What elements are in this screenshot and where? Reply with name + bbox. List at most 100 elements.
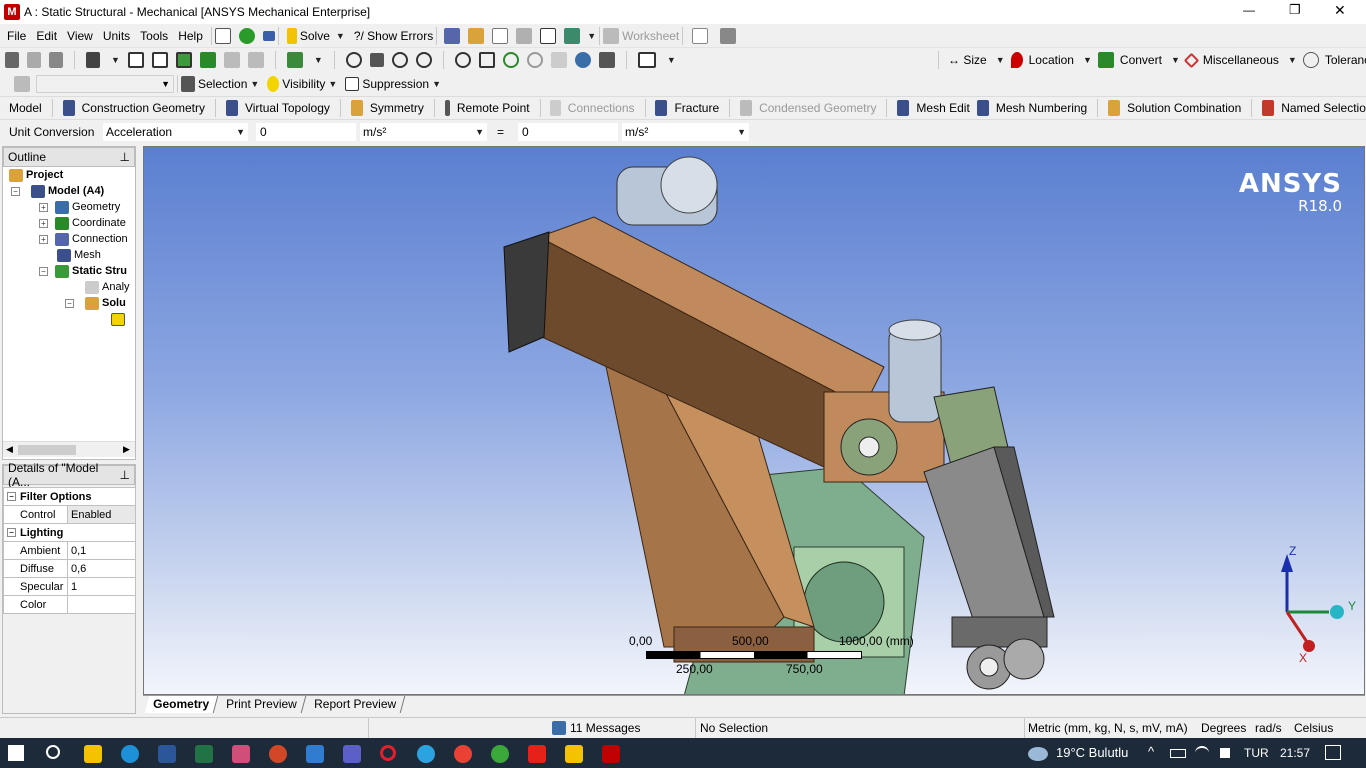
solve-button[interactable]: Solve ▼ [282,25,350,47]
coordinate-pointer-icon[interactable] [49,52,63,68]
zoom-box-icon[interactable] [478,52,495,68]
weather-icon[interactable] [1028,747,1048,761]
rate-unit[interactable]: rad/s [1255,721,1282,735]
tab-report-preview[interactable]: Report Preview [305,696,406,713]
tree-analysis-settings[interactable]: Analy [85,279,130,295]
tree-project[interactable]: Project [9,167,63,183]
search-icon[interactable] [46,745,60,759]
fracture-button[interactable]: Fracture [674,101,719,115]
next-view-icon[interactable] [574,52,591,68]
edge-icon[interactable] [121,745,139,763]
menu-view[interactable]: View [67,29,93,43]
powerpoint-icon[interactable] [269,745,287,763]
select-edge-icon[interactable] [151,52,168,68]
excel-icon[interactable] [195,745,213,763]
image-icon[interactable] [564,27,581,44]
value2-input[interactable]: 0 [518,123,618,141]
mesh-numbering-button[interactable]: Mesh Numbering [996,101,1087,115]
menu-tools[interactable]: Tools [140,29,168,43]
graphics-viewport[interactable]: ANSYS R18.0 0,00 500,00 1000,00 (mm) 250… [143,146,1365,695]
angle-unit[interactable]: Degrees [1201,721,1246,735]
tree-expand-icon[interactable] [262,30,275,41]
tab-geometry[interactable]: Geometry [144,696,219,713]
outline-scrollbar[interactable]: ◀ ▶ [3,441,135,457]
virtual-topology-button[interactable]: Virtual Topology [245,101,330,115]
expand-icon[interactable]: + [39,218,48,228]
visibility-menu[interactable]: Visibility [282,77,325,91]
volume-icon[interactable] [1220,748,1230,758]
menu-help[interactable]: Help [178,29,203,43]
value1-input[interactable]: 0 [256,123,356,141]
ansys-mechanical-icon[interactable] [602,745,620,763]
chart-icon[interactable] [492,27,509,44]
info-cursor-icon[interactable] [692,27,709,44]
previous-view-icon[interactable] [550,52,567,68]
weather-text[interactable]: 19°C Bulutlu [1056,745,1128,760]
tree-connections[interactable]: + Connection [39,231,128,247]
youtube-icon[interactable] [528,745,546,763]
tree-static-structural[interactable]: − Static Stru [39,263,127,279]
pointer-icon[interactable] [5,52,19,68]
named-selections-button[interactable]: Named Selectio [1281,101,1366,115]
temperature-unit[interactable]: Celsius [1294,721,1333,735]
zoom-fit-icon[interactable] [454,52,471,68]
xbox-icon[interactable] [491,745,509,763]
details-row[interactable]: Color [3,595,136,614]
close-button[interactable]: ✕ [1334,2,1346,19]
opera-icon[interactable] [380,745,396,761]
paint-icon[interactable] [232,745,250,763]
details-row[interactable]: Control Enabled [3,505,136,524]
scroll-thumb[interactable] [18,445,76,455]
unit2-select[interactable]: m/s² ▼ [622,123,749,141]
chrome-icon[interactable] [454,745,472,763]
select-element-icon[interactable] [247,52,264,68]
tolerances-button[interactable]: Tolerances [1325,53,1366,67]
select-mode-icon[interactable] [86,52,100,68]
notification-icon[interactable] [1325,745,1341,760]
section-filter-options[interactable]: − Filter Options [3,487,136,506]
minimize-button[interactable]: — [1243,3,1255,17]
location-button[interactable]: Location [1029,53,1074,67]
tab-print-preview[interactable]: Print Preview [217,696,306,713]
telegram-icon[interactable] [417,745,435,763]
collapse-icon[interactable]: − [65,298,74,308]
tree-coordinate[interactable]: + Coordinate [39,215,126,231]
robot-arm-model[interactable] [144,147,1365,695]
windows-start-icon[interactable] [8,745,24,761]
menu-units[interactable]: Units [103,29,130,43]
remote-point-button[interactable]: Remote Point [457,101,530,115]
abc-icon[interactable] [468,27,485,44]
file-explorer-icon[interactable] [84,745,102,763]
scroll-right-icon[interactable]: ▶ [123,444,130,455]
select-body-icon[interactable] [199,52,216,68]
table-icon[interactable] [444,27,461,44]
solution-combination-button[interactable]: Solution Combination [1127,101,1241,115]
tree-solution-information[interactable] [111,311,128,327]
teams-icon[interactable] [343,745,361,763]
viewport-layout-icon[interactable] [637,52,656,68]
extend-icon[interactable] [286,52,303,68]
tree-geometry[interactable]: + Geometry [39,199,120,215]
rotate-icon[interactable] [345,52,362,68]
import-icon[interactable] [14,76,30,92]
mail-icon[interactable] [306,745,324,763]
language-indicator[interactable]: TUR [1244,746,1269,760]
connections-button[interactable]: Connections [568,101,635,115]
mesh-edit-button[interactable]: Mesh Edit [916,101,969,115]
messages-count[interactable]: 11 Messages [570,721,640,735]
unit-system[interactable]: Metric (mm, kg, N, s, mV, mA) [1028,721,1188,735]
pan-icon[interactable] [369,53,384,67]
quantity-select[interactable]: Acceleration ▼ [103,123,248,141]
convert-button[interactable]: Convert [1120,53,1162,67]
details-row[interactable]: Specular 1 [3,577,136,596]
collapse-icon[interactable]: − [7,492,16,501]
tree-solution[interactable]: − Solu [65,295,126,311]
selection-menu[interactable]: Selection [198,77,247,91]
annotation-icon[interactable] [540,27,557,44]
worksheet-button[interactable]: Worksheet [622,29,679,43]
construction-geometry-button[interactable]: Construction Geometry [82,101,205,115]
expand-icon[interactable]: + [39,234,48,244]
check-icon[interactable] [238,27,255,44]
collapse-icon[interactable]: − [39,266,48,276]
wifi-icon[interactable] [1195,746,1209,760]
